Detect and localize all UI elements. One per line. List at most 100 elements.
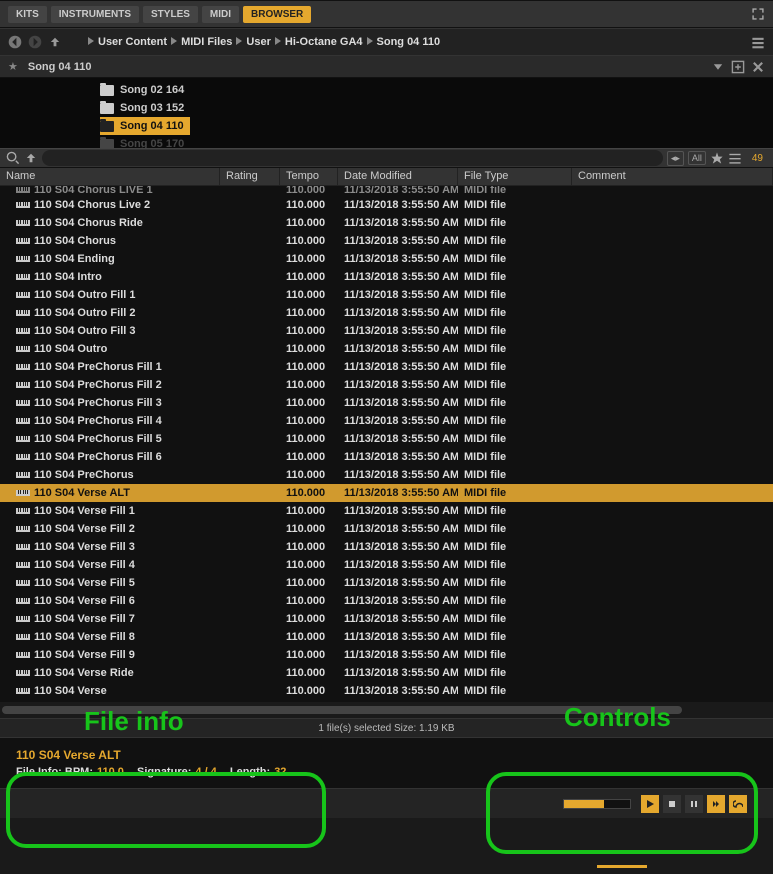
table-row[interactable]: 110 S04 Verse Fill 8110.00011/13/2018 3:…: [0, 628, 773, 646]
file-type: MIDI file: [458, 361, 572, 373]
menu-icon[interactable]: [751, 35, 765, 49]
star-filter-icon[interactable]: [710, 151, 724, 165]
table-row[interactable]: 110 S04 Chorus Ride110.00011/13/2018 3:5…: [0, 214, 773, 232]
table-row[interactable]: 110 S04 Verse Fill 7110.00011/13/2018 3:…: [0, 610, 773, 628]
file-type: MIDI file: [458, 469, 572, 481]
nav-back-icon[interactable]: [8, 35, 22, 49]
filter-row: ★ Song 04 110: [0, 56, 773, 78]
folder-item[interactable]: Song 05 170: [100, 135, 773, 148]
table-row[interactable]: 110 S04 Verse Fill 5110.00011/13/2018 3:…: [0, 574, 773, 592]
folder-icon: [100, 103, 114, 114]
file-type: MIDI file: [458, 451, 572, 463]
breadcrumb-item[interactable]: Hi-Octane GA4: [285, 36, 363, 48]
tab-kits[interactable]: KITS: [8, 6, 47, 23]
list-view-icon[interactable]: [728, 151, 742, 165]
file-type: MIDI file: [458, 559, 572, 571]
file-tempo: 110.000: [280, 289, 338, 301]
table-row[interactable]: 110 S04 Intro110.00011/13/2018 3:55:50 A…: [0, 268, 773, 286]
stop-button[interactable]: [663, 795, 681, 813]
file-type: MIDI file: [458, 595, 572, 607]
filter-text[interactable]: Song 04 110: [28, 61, 92, 73]
file-name: 110 S04 Verse Fill 8: [34, 631, 135, 643]
table-row[interactable]: 110 S04 PreChorus Fill 6110.00011/13/201…: [0, 448, 773, 466]
search-icon[interactable]: [6, 151, 20, 165]
table-row[interactable]: 110 S04 Verse ALT110.00011/13/2018 3:55:…: [0, 484, 773, 502]
tab-midi[interactable]: MIDI: [202, 6, 239, 23]
file-type: MIDI file: [458, 235, 572, 247]
file-type: MIDI file: [458, 253, 572, 265]
up-icon[interactable]: [24, 151, 38, 165]
file-name: 110 S04 Verse Fill 3: [34, 541, 135, 553]
view-badge[interactable]: ◂▸: [667, 151, 684, 166]
table-row[interactable]: 110 S04 Outro Fill 2110.00011/13/2018 3:…: [0, 304, 773, 322]
table-row[interactable]: 110 S04 Outro110.00011/13/2018 3:55:50 A…: [0, 340, 773, 358]
col-ftype[interactable]: File Type: [458, 168, 572, 185]
folder-item[interactable]: Song 03 152: [100, 99, 773, 117]
play-button[interactable]: [641, 795, 659, 813]
table-row[interactable]: 110 S04 Verse Ride110.00011/13/2018 3:55…: [0, 664, 773, 682]
file-date: 11/13/2018 3:55:50 AM: [338, 685, 458, 697]
breadcrumb-item[interactable]: Song 04 110: [377, 36, 441, 48]
table-body[interactable]: 110 S04 Chorus LIVE 1110.00011/13/2018 3…: [0, 186, 773, 702]
table-row[interactable]: 110 S04 PreChorus Fill 5110.00011/13/201…: [0, 430, 773, 448]
file-type: MIDI file: [458, 505, 572, 517]
table-row[interactable]: 110 S04 Chorus Live 2110.00011/13/2018 3…: [0, 196, 773, 214]
breadcrumb-item[interactable]: User Content: [98, 36, 167, 48]
tab-styles[interactable]: STYLES: [143, 6, 198, 23]
table-row[interactable]: 110 S04 Outro Fill 1110.00011/13/2018 3:…: [0, 286, 773, 304]
col-comment[interactable]: Comment: [572, 168, 773, 185]
col-name[interactable]: Name: [0, 168, 220, 185]
file-date: 11/13/2018 3:55:50 AM: [338, 415, 458, 427]
breadcrumb-item[interactable]: MIDI Files: [181, 36, 232, 48]
col-tempo[interactable]: Tempo: [280, 168, 338, 185]
breadcrumb-item[interactable]: User: [246, 36, 270, 48]
table-row[interactable]: 110 S04 Verse Fill 9110.00011/13/2018 3:…: [0, 646, 773, 664]
file-date: 11/13/2018 3:55:50 AM: [338, 199, 458, 211]
folder-item[interactable]: Song 02 164: [100, 81, 773, 99]
tab-instruments[interactable]: INSTRUMENTS: [51, 6, 139, 23]
table-row[interactable]: 110 S04 Verse Fill 3110.00011/13/2018 3:…: [0, 538, 773, 556]
table-row[interactable]: 110 S04 Outro Fill 3110.00011/13/2018 3:…: [0, 322, 773, 340]
autoplay-button[interactable]: [707, 795, 725, 813]
midi-file-icon: [14, 199, 32, 211]
tab-browser[interactable]: BROWSER: [243, 6, 311, 23]
table-row[interactable]: 110 S04 PreChorus Fill 2110.00011/13/201…: [0, 376, 773, 394]
table-row[interactable]: 110 S04 Ending110.00011/13/2018 3:55:50 …: [0, 250, 773, 268]
loop-button[interactable]: [729, 795, 747, 813]
file-type: MIDI file: [458, 631, 572, 643]
col-rating[interactable]: Rating: [220, 168, 280, 185]
midi-file-icon: [14, 667, 32, 679]
table-row[interactable]: 110 S04 Verse Fill 4110.00011/13/2018 3:…: [0, 556, 773, 574]
file-name: 110 S04 Verse Fill 5: [34, 577, 135, 589]
pause-button[interactable]: [685, 795, 703, 813]
midi-file-icon: [14, 307, 32, 319]
midi-file-icon: [14, 217, 32, 229]
horizontal-scrollbar[interactable]: [0, 702, 773, 718]
nav-up-icon[interactable]: [48, 35, 62, 49]
nav-forward-icon[interactable]: [28, 35, 42, 49]
table-row[interactable]: 110 S04 PreChorus Fill 3110.00011/13/201…: [0, 394, 773, 412]
col-date[interactable]: Date Modified: [338, 168, 458, 185]
expand-icon[interactable]: [751, 7, 765, 21]
table-row[interactable]: 110 S04 Chorus LIVE 1110.00011/13/2018 3…: [0, 186, 773, 196]
folder-icon: [100, 139, 114, 149]
add-icon[interactable]: [731, 60, 745, 74]
file-date: 11/13/2018 3:55:50 AM: [338, 433, 458, 445]
progress-bar[interactable]: [563, 799, 631, 809]
table-row[interactable]: 110 S04 Verse Fill 6110.00011/13/2018 3:…: [0, 592, 773, 610]
chevron-right-icon: [275, 36, 281, 48]
view-all-badge[interactable]: All: [688, 151, 706, 165]
search-input[interactable]: [42, 150, 663, 166]
table-row[interactable]: 110 S04 Chorus110.00011/13/2018 3:55:50 …: [0, 232, 773, 250]
loop-indicator: [597, 865, 647, 868]
folder-item-selected[interactable]: Song 04 110: [100, 117, 190, 135]
table-row[interactable]: 110 S04 PreChorus Fill 4110.00011/13/201…: [0, 412, 773, 430]
table-row[interactable]: 110 S04 PreChorus110.00011/13/2018 3:55:…: [0, 466, 773, 484]
table-row[interactable]: 110 S04 Verse Fill 2110.00011/13/2018 3:…: [0, 520, 773, 538]
table-row[interactable]: 110 S04 Verse110.00011/13/2018 3:55:50 A…: [0, 682, 773, 700]
table-row[interactable]: 110 S04 PreChorus Fill 1110.00011/13/201…: [0, 358, 773, 376]
table-row[interactable]: 110 S04 Verse Fill 1110.00011/13/2018 3:…: [0, 502, 773, 520]
close-icon[interactable]: [751, 60, 765, 74]
dropdown-icon[interactable]: [711, 60, 725, 74]
file-info-title: 110 S04 Verse ALT: [16, 748, 757, 762]
